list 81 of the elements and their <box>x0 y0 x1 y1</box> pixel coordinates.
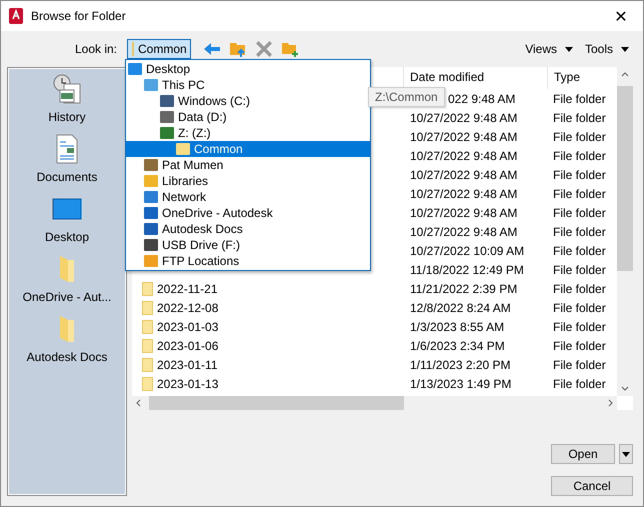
folder-up-icon[interactable] <box>229 40 247 58</box>
type-cell: File folder <box>553 130 606 144</box>
open-button[interactable]: Open <box>551 444 615 464</box>
cancel-button[interactable]: Cancel <box>551 476 633 496</box>
dropdown-item[interactable]: Pat Mumen <box>126 157 370 173</box>
caret-icon[interactable] <box>621 46 629 52</box>
open-options-button[interactable] <box>619 444 633 464</box>
dropdown-item[interactable]: Desktop <box>126 61 370 77</box>
dropdown-item[interactable]: Autodesk Docs <box>126 221 370 237</box>
column-header[interactable]: Type <box>547 67 580 89</box>
date-cell: 11/18/2022 12:49 PM <box>410 262 524 276</box>
date-cell: 12/8/2022 8:24 AM <box>410 300 511 314</box>
dropdown-item[interactable]: USB Drive (F:) <box>126 237 370 253</box>
folder-name[interactable]: 2022-11-21 <box>157 282 218 296</box>
app-icon <box>9 8 23 24</box>
type-cell: File folder <box>553 358 606 372</box>
folder-name[interactable]: 2023-01-13 <box>157 376 218 390</box>
scroll-left-icon[interactable] <box>136 399 141 407</box>
type-cell: File folder <box>553 282 606 296</box>
scroll-up-icon[interactable] <box>621 72 629 77</box>
type-cell: File folder <box>553 224 606 238</box>
back-arrow-icon[interactable] <box>203 40 221 58</box>
views-menu[interactable]: Views <box>525 42 557 56</box>
date-cell: 10/27/2022 10:09 AM <box>410 244 524 258</box>
date-cell: 1/3/2023 8:55 AM <box>410 320 504 334</box>
type-cell: File folder <box>553 92 606 106</box>
date-cell: 1/13/2023 1:49 PM <box>410 376 512 390</box>
dropdown-item[interactable]: Windows (C:) <box>126 93 370 109</box>
date-cell: 10/27/2022 9:48 AM <box>410 168 518 182</box>
type-cell: File folder <box>553 206 606 220</box>
date-cell: 10/27/2022 9:48 AM <box>410 148 518 162</box>
scroll-down-icon[interactable] <box>621 386 629 391</box>
date-cell: 10/27/2022 9:48 AM <box>410 110 518 124</box>
caret-icon[interactable] <box>564 46 573 52</box>
place-item[interactable]: History <box>48 74 86 134</box>
dropdown-item[interactable]: OneDrive - Autodesk <box>126 205 370 221</box>
folder-name[interactable]: 2023-01-11 <box>157 358 218 372</box>
path-tooltip: Z:\Common <box>368 87 445 107</box>
type-cell: File folder <box>553 376 606 390</box>
caret-icon <box>622 452 630 456</box>
close-button[interactable]: ✕ <box>599 1 643 31</box>
place-item[interactable]: Documents <box>36 134 98 194</box>
clock-document-icon <box>52 74 82 104</box>
vertical-scrollbar[interactable] <box>617 67 633 396</box>
scroll-right-icon[interactable] <box>608 399 613 407</box>
dropdown-item[interactable]: This PC <box>126 77 370 93</box>
date-cell: 1/11/2023 2:20 PM <box>410 358 511 372</box>
window-title: Browse for Folder <box>31 9 127 23</box>
folder-name[interactable]: 2023-01-06 <box>157 338 218 352</box>
type-cell: File folder <box>553 300 606 314</box>
place-item[interactable]: Autodesk Docs <box>26 314 108 374</box>
horizontal-scrollbar[interactable] <box>132 396 617 410</box>
type-cell: File folder <box>553 320 606 334</box>
tools-menu[interactable]: Tools <box>584 42 613 56</box>
type-cell: File folder <box>553 110 606 124</box>
type-cell: File folder <box>553 338 606 352</box>
dropdown-item[interactable]: Common <box>126 141 370 157</box>
date-cell: 11/21/2022 2:39 PM <box>410 282 518 296</box>
date-cell: 10/27/2022 9:48 AM <box>410 186 518 200</box>
look-in-dropdown[interactable]: Common <box>127 39 191 59</box>
type-cell: File folder <box>553 262 606 276</box>
type-cell: File folder <box>553 186 606 200</box>
folder-name[interactable]: 2023-01-03 <box>157 320 218 334</box>
date-cell: 10/27/2022 9:48 AM <box>410 130 518 144</box>
date-cell: 1/6/2023 2:34 PM <box>410 338 505 352</box>
dropdown-item[interactable]: FTP Locations <box>126 253 370 269</box>
date-cell: 022 9:48 AM <box>448 92 516 106</box>
dropdown-item[interactable]: Network <box>126 189 370 205</box>
place-item[interactable]: Desktop <box>44 194 90 254</box>
type-cell: File folder <box>553 168 606 182</box>
folder-name[interactable]: 2022-12-08 <box>157 300 218 314</box>
date-cell: 10/27/2022 9:48 AM <box>410 206 518 220</box>
type-cell: File folder <box>553 244 606 258</box>
look-in-label: Look in: <box>74 42 117 56</box>
dropdown-item[interactable]: Z: (Z:) <box>126 125 370 141</box>
date-cell: 10/27/2022 9:48 AM <box>410 224 518 238</box>
new-folder-icon[interactable] <box>281 40 299 58</box>
type-cell: File folder <box>553 148 606 162</box>
dropdown-item[interactable]: Libraries <box>126 173 370 189</box>
dropdown-item[interactable]: Data (D:) <box>126 109 370 125</box>
place-item[interactable]: OneDrive - Aut... <box>22 254 112 314</box>
